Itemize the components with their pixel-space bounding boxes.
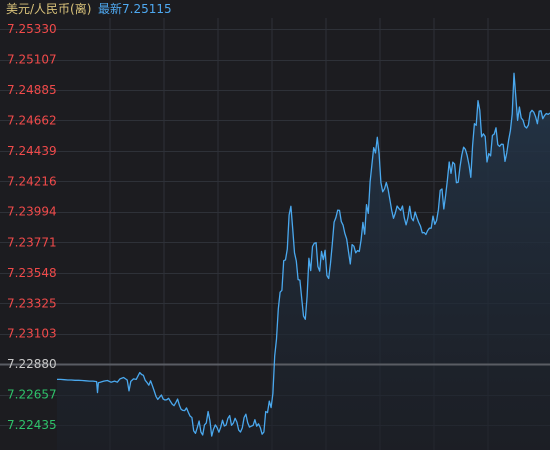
y-tick-label-11: 7.22880 [7, 357, 57, 371]
y-tick-label-9: 7.23325 [7, 296, 57, 310]
y-tick-label-1: 7.25107 [7, 53, 57, 67]
y-tick-label-3: 7.24662 [7, 113, 57, 127]
price-area [57, 73, 550, 450]
chart-header: 美元/人民币(离) 最新7.25115 [0, 0, 550, 18]
price-area-fill [57, 73, 550, 450]
y-tick-label-10: 7.23103 [7, 327, 57, 341]
y-tick-label-6: 7.23994 [7, 205, 57, 219]
latest-price: 最新7.25115 [98, 0, 172, 18]
chart-panel: 7.25330 7.25107 7.24885 7.24662 7.24439 7.242… [0, 0, 550, 450]
y-tick-label-2: 7.24885 [7, 83, 57, 97]
currency-pair-title: 美元/人民币(离) [6, 2, 92, 16]
y-axis-labels: 7.25330 7.25107 7.24885 7.24662 7.24439 7.242… [7, 22, 57, 432]
latest-value: 7.25115 [122, 2, 172, 16]
y-tick-label-12: 7.22657 [7, 388, 57, 402]
y-tick-label-5: 7.24216 [7, 174, 57, 188]
y-tick-label-7: 7.23771 [7, 235, 57, 249]
y-tick-label-8: 7.23548 [7, 266, 57, 280]
latest-label: 最新 [98, 2, 123, 16]
intraday-line-chart[interactable]: 7.25330 7.25107 7.24885 7.24662 7.24439 7.242… [0, 0, 550, 450]
y-tick-label-4: 7.24439 [7, 144, 57, 158]
y-tick-label-13: 7.22435 [7, 418, 57, 432]
y-tick-label-0: 7.25330 [7, 22, 57, 36]
